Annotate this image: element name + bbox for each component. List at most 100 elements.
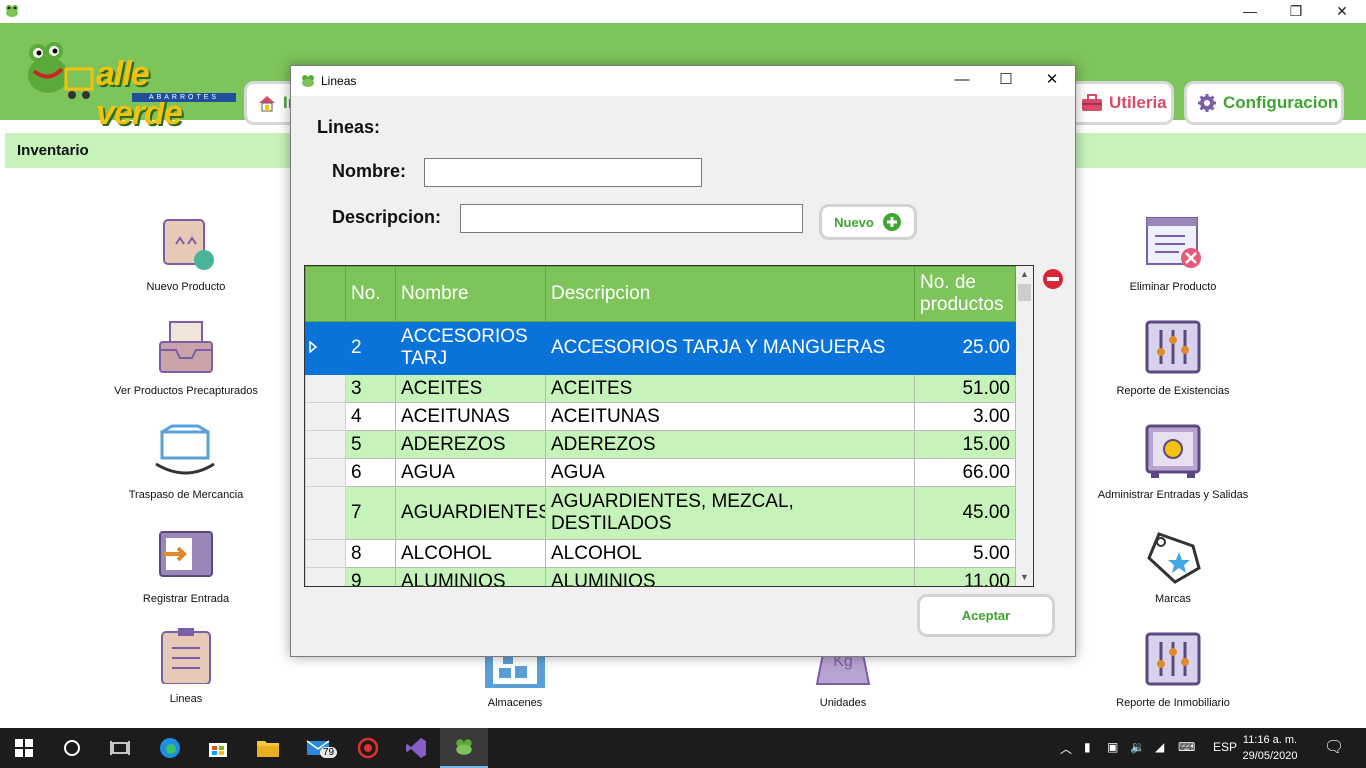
scroll-thumb[interactable] [1018,284,1031,301]
nav-button-configuracion[interactable]: Configuracion [1184,81,1344,125]
table-row[interactable]: 5 ADEREZOS ADEREZOS 15.00 [305,430,1016,459]
column-header-productos[interactable]: No. de productos [914,266,1016,322]
store-button[interactable] [194,728,242,768]
cell-nombre[interactable]: ACEITES [395,374,546,403]
restore-button[interactable]: ❐ [1273,0,1319,23]
cell-descripcion[interactable]: ACEITUNAS [545,402,915,431]
row-selector[interactable] [305,486,346,540]
cell-no[interactable]: 5 [345,430,396,459]
tile-reporte-existencias[interactable]: Reporte de Existencias [1083,320,1263,397]
cell-descripcion[interactable]: AGUARDIENTES, MEZCAL, DESTILADOS [545,486,915,540]
grid-vertical-scrollbar[interactable]: ▲ ▼ [1016,266,1033,586]
row-selector[interactable] [305,430,346,459]
column-header-descripcion[interactable]: Descripcion [545,266,915,322]
tray-network-icon[interactable]: ▣ [1107,740,1118,754]
cell-descripcion[interactable]: ALUMINIOS [545,567,915,586]
cell-productos[interactable]: 45.00 [914,486,1016,540]
tile-eliminar-producto[interactable]: Eliminar Producto [1083,216,1263,293]
table-row[interactable]: 9 ALUMINIOS ALUMINIOS 11.00 [305,567,1016,586]
taskbar-clock[interactable]: 11:16 a. m. 29/05/2020 [1238,732,1302,764]
descripcion-input[interactable] [460,204,803,233]
valle-verde-app-button[interactable] [440,728,488,768]
cell-no[interactable]: 2 [345,321,396,375]
table-row[interactable]: 6 AGUA AGUA 66.00 [305,458,1016,487]
cell-productos[interactable]: 51.00 [914,374,1016,403]
cell-nombre[interactable]: ADEREZOS [395,430,546,459]
cell-no[interactable]: 7 [345,486,396,540]
cell-nombre[interactable]: ACEITUNAS [395,402,546,431]
cell-no[interactable]: 8 [345,539,396,568]
tray-language[interactable]: ESP [1213,740,1237,754]
start-button[interactable] [0,728,48,768]
table-row[interactable]: 2 ACCESORIOS TARJ ACCESORIOS TARJA Y MAN… [305,321,1016,375]
cell-descripcion[interactable]: ADEREZOS [545,430,915,459]
scroll-up-arrow-icon[interactable]: ▲ [1016,266,1033,283]
edge-browser-button[interactable] [146,728,194,768]
cell-no[interactable]: 4 [345,402,396,431]
task-view-button[interactable] [96,728,144,768]
search-button[interactable] [48,728,96,768]
nuevo-button[interactable]: Nuevo [819,204,917,240]
cell-descripcion[interactable]: ACCESORIOS TARJA Y MANGUERAS [545,321,915,375]
column-header-nombre[interactable]: Nombre [395,266,546,322]
table-row[interactable]: 3 ACEITES ACEITES 51.00 [305,374,1016,403]
cell-nombre[interactable]: AGUARDIENTES [395,486,546,540]
row-selector[interactable] [305,374,346,403]
tile-ver-precapturados[interactable]: Ver Productos Precapturados [96,320,276,397]
frog-mascot-icon [28,42,94,99]
row-selector[interactable] [305,567,346,586]
tile-nuevo-producto[interactable]: Nuevo Producto [96,216,276,293]
table-row[interactable]: 4 ACEITUNAS ACEITUNAS 3.00 [305,402,1016,431]
nombre-input[interactable] [424,158,702,187]
cell-productos[interactable]: 5.00 [914,539,1016,568]
dialog-close-button[interactable]: ✕ [1029,66,1075,96]
file-explorer-button[interactable] [244,728,292,768]
cell-productos[interactable]: 66.00 [914,458,1016,487]
scroll-down-arrow-icon[interactable]: ▼ [1016,569,1033,586]
mail-button[interactable]: 79 [294,728,342,768]
tile-traspaso[interactable]: Traspaso de Mercancia [96,424,276,501]
cell-descripcion[interactable]: AGUA [545,458,915,487]
tray-battery-icon[interactable]: ▮ [1084,740,1091,754]
cell-nombre[interactable]: ACCESORIOS TARJ [395,321,546,375]
minimize-button[interactable]: — [1227,0,1273,23]
security-app-button[interactable] [344,728,392,768]
tray-chevron-icon[interactable]: ︿ [1060,740,1072,757]
row-selector[interactable] [305,458,346,487]
column-header-no[interactable]: No. [345,266,396,322]
notifications-icon[interactable]: 🗨 [1324,737,1344,757]
dialog-minimize-button[interactable]: — [939,66,985,96]
cell-no[interactable]: 3 [345,374,396,403]
table-row[interactable]: 8 ALCOHOL ALCOHOL 5.00 [305,539,1016,568]
tray-keyboard-icon[interactable]: ⌨ [1178,740,1195,754]
cell-productos[interactable]: 3.00 [914,402,1016,431]
close-button[interactable]: ✕ [1319,0,1365,23]
remove-row-icon[interactable] [1043,269,1063,289]
tile-lineas[interactable]: Lineas [96,628,276,705]
tray-volume-icon[interactable]: 🔉 [1130,740,1145,754]
row-selector[interactable] [305,321,346,375]
visual-studio-button[interactable] [392,728,440,768]
cell-nombre[interactable]: ALUMINIOS [395,567,546,586]
cell-no[interactable]: 9 [345,567,396,586]
table-row[interactable]: 7 AGUARDIENTES AGUARDIENTES, MEZCAL, DES… [305,486,1016,540]
tile-reporte-inmobiliario[interactable]: Reporte de Inmobiliario [1083,632,1263,709]
tray-wifi-icon[interactable]: ◢ [1155,740,1164,754]
aceptar-button[interactable]: Aceptar [917,594,1055,637]
nav-button-utileria[interactable]: Utileria [1068,81,1174,125]
row-selector[interactable] [305,539,346,568]
cell-productos[interactable]: 15.00 [914,430,1016,459]
cell-productos[interactable]: 25.00 [914,321,1016,375]
cell-descripcion[interactable]: ACEITES [545,374,915,403]
tile-administrar-entradas-salidas[interactable]: Administrar Entradas y Salidas [1083,424,1263,501]
cell-no[interactable]: 6 [345,458,396,487]
cell-productos[interactable]: 11.00 [914,567,1016,586]
tile-marcas[interactable]: Marcas [1083,528,1263,605]
cell-nombre[interactable]: AGUA [395,458,546,487]
cell-descripcion[interactable]: ALCOHOL [545,539,915,568]
tile-registrar-entrada[interactable]: Registrar Entrada [96,528,276,605]
row-selector[interactable] [305,402,346,431]
dialog-maximize-button[interactable]: ☐ [983,66,1029,96]
cell-nombre[interactable]: ALCOHOL [395,539,546,568]
lineas-grid[interactable]: No. Nombre Descripcion No. de productos … [304,265,1034,587]
